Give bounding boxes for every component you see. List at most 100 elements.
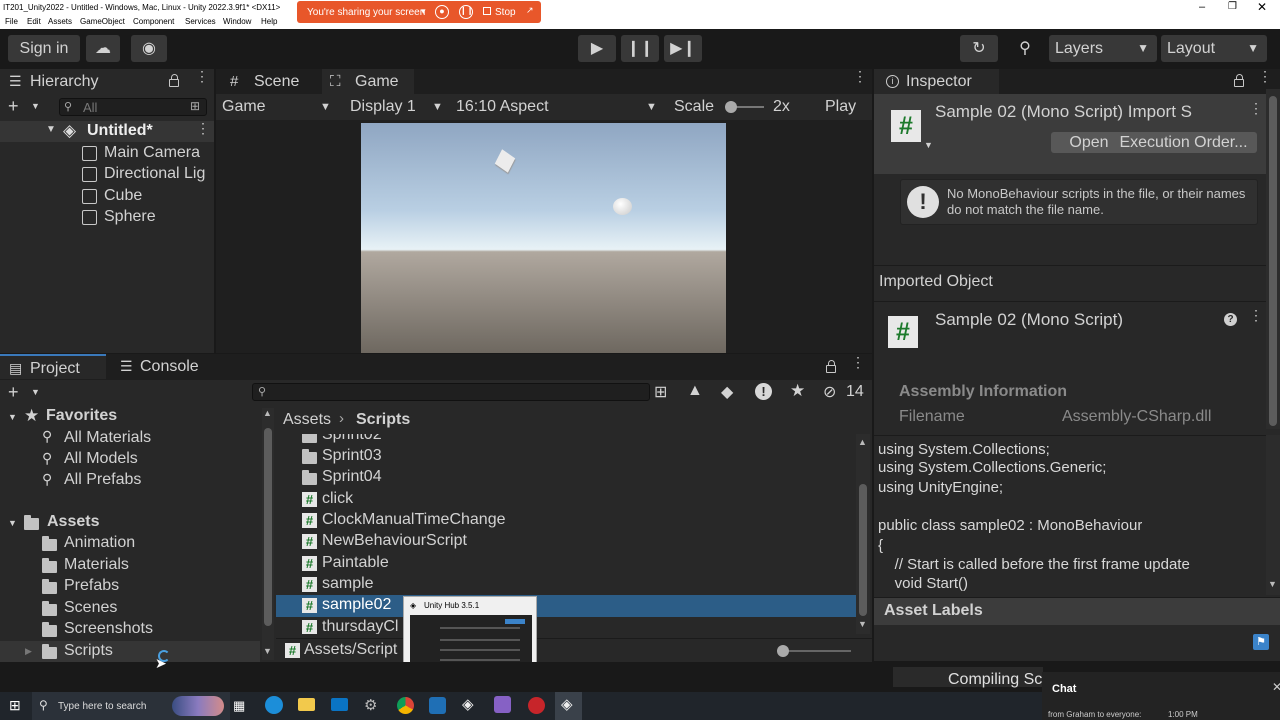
menu-component[interactable]: Component — [133, 17, 174, 26]
scroll-down-icon[interactable]: ▼ — [263, 646, 272, 656]
favorite-item[interactable]: All Models — [64, 450, 138, 468]
tab-console[interactable]: ☰ Console — [110, 354, 216, 379]
zoom-app-icon[interactable] — [429, 697, 446, 714]
folder-row-selected[interactable]: ▶ Scripts — [0, 641, 260, 662]
close-window-icon[interactable]: ✕ — [1257, 0, 1267, 14]
cloud-button[interactable]: ☁ — [86, 35, 120, 62]
menu-services[interactable]: Services — [185, 17, 216, 26]
taskbar-search-box[interactable]: ⚲ Type here to search — [32, 692, 230, 720]
favorite-item[interactable]: All Materials — [64, 429, 151, 447]
add-icon[interactable]: + — [8, 96, 19, 117]
inspector-scrollbar[interactable] — [1266, 89, 1280, 429]
scene-row[interactable]: ▼ ◈ Untitled* ⋮ — [0, 121, 214, 142]
breadcrumb-scripts[interactable]: Scripts — [356, 411, 410, 429]
filter-label-icon[interactable]: ◆ — [721, 382, 733, 402]
hierarchy-item[interactable]: Directional Lig — [0, 164, 214, 185]
file-explorer-icon[interactable] — [298, 698, 315, 711]
step-button[interactable]: ▶❙ — [664, 35, 702, 62]
more-options-icon[interactable]: ⋮ — [1249, 308, 1263, 322]
more-options-icon[interactable]: ⋮ — [851, 355, 865, 369]
scroll-up-icon[interactable]: ▲ — [263, 408, 272, 418]
visual-studio-icon[interactable] — [494, 696, 511, 713]
tab-hierarchy[interactable]: ☰ Hierarchy — [0, 69, 214, 94]
favorites-label[interactable]: Favorites — [46, 407, 117, 425]
icon-size-slider[interactable] — [783, 650, 851, 652]
folder-item[interactable]: Prefabs — [64, 577, 119, 595]
game-viewport[interactable] — [361, 123, 726, 353]
list-item[interactable]: Sprint04 — [276, 467, 856, 488]
expand-arrow-icon[interactable]: ▶ — [25, 646, 32, 657]
unity-icon[interactable]: ◈ — [462, 695, 474, 713]
expand-icon[interactable]: ↗ — [526, 5, 534, 16]
lock-icon[interactable] — [826, 360, 836, 373]
layout-dropdown[interactable]: Layout ▼ — [1161, 35, 1267, 62]
hierarchy-search-input[interactable]: ⚲ All ⊞ — [59, 98, 207, 116]
aspect-dropdown[interactable]: 16:10 Aspect ▼ — [450, 94, 662, 120]
list-item[interactable]: Sprint03 — [276, 446, 856, 467]
folder-item[interactable]: Screenshots — [64, 620, 153, 638]
list-item[interactable]: # Paintable — [276, 553, 856, 574]
expand-arrow-icon[interactable]: ▼ — [8, 518, 17, 528]
stop-share-button[interactable]: Stop — [495, 7, 516, 18]
chevron-down-icon[interactable]: ▼ — [31, 101, 40, 111]
recording-app-icon[interactable] — [528, 697, 545, 714]
play-button[interactable]: ▶ — [578, 35, 616, 62]
scrollbar-thumb[interactable] — [859, 484, 867, 616]
list-item[interactable]: # ClockManualTimeChange — [276, 510, 856, 531]
favorite-star-icon[interactable]: ★ — [790, 381, 805, 401]
more-options-icon[interactable]: ⋮ — [195, 69, 209, 83]
sign-in-button[interactable]: Sign in — [8, 35, 80, 62]
layers-dropdown[interactable]: Layers ▼ — [1049, 35, 1157, 62]
mail-icon[interactable] — [331, 698, 348, 711]
scale-slider-thumb[interactable] — [725, 101, 737, 113]
game-mode-dropdown[interactable]: Game ▼ — [216, 94, 336, 120]
task-view-icon[interactable]: ▦ — [233, 698, 245, 714]
list-item[interactable]: # click — [276, 489, 856, 510]
scrollbar-thumb[interactable] — [264, 428, 272, 626]
filter-log-icon[interactable]: ! — [755, 383, 772, 400]
file-list-scrollbar[interactable]: ▲ ▼ — [856, 434, 870, 634]
folder-item[interactable]: Materials — [64, 556, 129, 574]
hidden-eye-icon[interactable]: ⊘ — [823, 382, 836, 402]
execution-order-button[interactable]: Execution Order... — [1110, 132, 1257, 153]
menu-edit[interactable]: Edit — [27, 17, 41, 26]
add-icon[interactable]: + — [8, 382, 19, 403]
display-dropdown[interactable]: Display 1 ▼ — [344, 94, 448, 120]
expand-arrow-icon[interactable]: ▼ — [46, 124, 56, 135]
close-icon[interactable]: ✕ — [1272, 680, 1280, 694]
menu-gameobject[interactable]: GameObject — [80, 17, 125, 26]
hierarchy-item[interactable]: Sphere — [0, 207, 214, 228]
pause-share-icon[interactable]: ❙❙ — [459, 5, 473, 19]
chevron-down-icon[interactable]: ▼ — [31, 387, 40, 397]
list-item[interactable]: # thursdayCl — [276, 617, 856, 634]
filter-type-icon[interactable]: ▲ — [687, 382, 703, 400]
history-button[interactable]: ↻ — [960, 35, 998, 62]
edge-icon[interactable] — [265, 696, 283, 714]
collab-button[interactable]: ◉ — [131, 35, 167, 62]
menu-assets[interactable]: Assets — [48, 17, 72, 26]
hierarchy-item[interactable]: Cube — [0, 186, 214, 207]
pause-button[interactable]: ❙❙ — [621, 35, 659, 62]
search-window-icon[interactable]: ⊞ — [654, 382, 667, 402]
list-item[interactable]: # sample — [276, 574, 856, 595]
chevron-down-icon[interactable]: ▾ — [421, 6, 426, 17]
more-options-icon[interactable]: ⋮ — [1258, 69, 1272, 83]
tab-scene[interactable]: # Scene — [220, 69, 320, 94]
lock-icon[interactable] — [169, 74, 179, 87]
label-tag-icon[interactable]: ⚑ — [1253, 634, 1269, 650]
mic-icon[interactable]: ● — [435, 5, 449, 19]
folder-item[interactable]: Scenes — [64, 599, 117, 617]
tab-inspector[interactable]: i Inspector — [874, 69, 999, 94]
expand-arrow-icon[interactable]: ▼ — [8, 412, 17, 422]
more-options-icon[interactable]: ⋮ — [196, 121, 210, 135]
breadcrumb-assets[interactable]: Assets — [283, 411, 331, 429]
menu-help[interactable]: Help — [261, 17, 277, 26]
scroll-down-icon[interactable]: ▼ — [858, 619, 867, 629]
settings-gear-icon[interactable]: ⚙ — [364, 696, 377, 714]
tab-game[interactable]: ⛶ Game — [322, 69, 414, 94]
minimize-icon[interactable]: – — [1199, 1, 1205, 13]
hierarchy-item[interactable]: Main Camera — [0, 143, 214, 164]
more-options-icon[interactable]: ⋮ — [853, 69, 867, 83]
list-item[interactable]: # NewBehaviourScript — [276, 531, 856, 552]
scrollbar-thumb[interactable] — [1269, 96, 1277, 426]
